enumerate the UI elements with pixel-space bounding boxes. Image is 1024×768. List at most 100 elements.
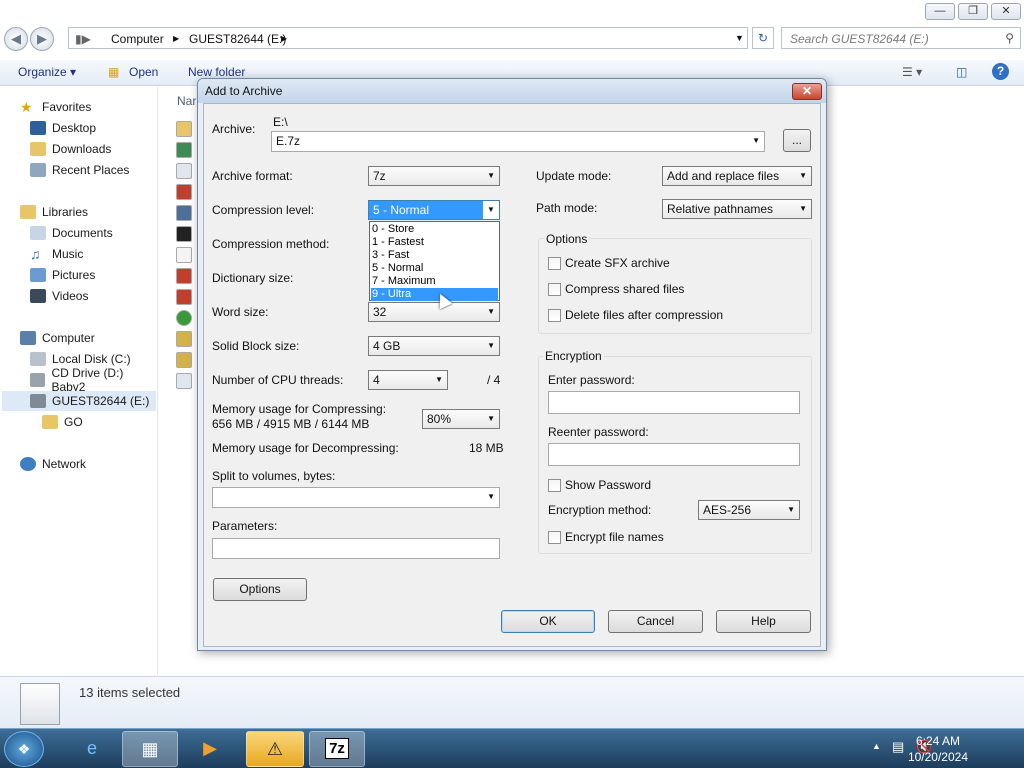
mem-decompress-value: 18 MB <box>469 441 504 455</box>
reenter-password-input[interactable] <box>548 443 800 466</box>
new-folder-button[interactable]: New folder <box>188 65 245 79</box>
file-icon[interactable] <box>176 289 192 305</box>
sidebar-item-downloads[interactable]: Downloads <box>52 142 111 156</box>
option-store[interactable]: 0 - Store <box>371 223 498 236</box>
encrypt-names-checkbox[interactable]: Encrypt file names <box>548 530 664 544</box>
solid-block-select[interactable]: 4 GB ▼ <box>368 336 500 356</box>
encryption-method-value: AES-256 <box>703 503 752 517</box>
forward-icon[interactable]: ▶ <box>30 27 54 51</box>
create-sfx-checkbox[interactable]: Create SFX archive <box>548 256 670 270</box>
maximize-button[interactable]: ❐ <box>958 3 988 20</box>
clock[interactable]: 6:24 AM 10/20/2024 <box>908 733 968 765</box>
computer-icon <box>20 331 36 345</box>
file-icon[interactable] <box>176 247 192 263</box>
options-button[interactable]: Options <box>213 578 307 601</box>
file-icon[interactable] <box>176 310 192 326</box>
file-icon[interactable] <box>176 268 192 284</box>
file-icon[interactable] <box>176 331 192 347</box>
sidebar-libraries[interactable]: Libraries <box>42 205 88 219</box>
file-icon[interactable] <box>176 352 192 368</box>
organize-button[interactable]: Organize ▾ <box>18 65 76 79</box>
archive-format-select[interactable]: 7z ▼ <box>368 166 500 186</box>
checkbox-box <box>548 478 561 492</box>
sidebar-item-documents[interactable]: Documents <box>52 226 113 240</box>
sidebar-item-pictures[interactable]: Pictures <box>52 268 95 282</box>
sidebar-item-music[interactable]: Music <box>52 247 83 261</box>
chevron-down-icon: ▼ <box>787 505 795 514</box>
option-maximum[interactable]: 7 - Maximum <box>371 275 498 288</box>
checkbox-box <box>548 282 561 296</box>
sidebar-item-videos[interactable]: Videos <box>52 289 88 303</box>
breadcrumb-drive[interactable]: GUEST82644 (E:) <box>189 32 286 46</box>
explorer-taskbar-icon[interactable]: ▦ <box>122 731 178 767</box>
help-button[interactable]: Help <box>716 610 811 633</box>
sidebar-computer[interactable]: Computer <box>42 331 95 345</box>
word-size-label: Word size: <box>212 305 269 319</box>
option-fastest[interactable]: 1 - Fastest <box>371 236 498 249</box>
sidebar-network[interactable]: Network <box>42 457 86 471</box>
sidebar-item-desktop[interactable]: Desktop <box>52 121 96 135</box>
solid-block-value: 4 GB <box>373 339 401 353</box>
delete-after-checkbox[interactable]: Delete files after compression <box>548 308 723 322</box>
encryption-method-select[interactable]: AES-256 ▼ <box>698 500 800 520</box>
help-icon[interactable]: ? <box>992 63 1009 80</box>
compress-shared-label: Compress shared files <box>565 282 685 296</box>
warning-taskbar-icon[interactable]: ⚠ <box>246 731 304 767</box>
address-bar[interactable]: ▮▶ Computer ▶ GUEST82644 (E:) ▶ ▼ <box>68 27 748 49</box>
refresh-icon[interactable]: ↻ <box>752 27 774 49</box>
sidebar-item-go[interactable]: GO <box>64 415 83 429</box>
sidebar-item-local-disk[interactable]: Local Disk (C:) <box>52 352 131 366</box>
file-icon[interactable] <box>176 142 192 158</box>
archive-name-combo[interactable]: E.7z ▼ <box>271 131 765 152</box>
search-icon[interactable]: ⚲ <box>1005 31 1014 45</box>
local-disk-icon <box>30 352 46 366</box>
view-options-icon[interactable]: ☰ ▾ <box>902 65 922 79</box>
word-size-select[interactable]: 32 ▼ <box>368 302 500 322</box>
option-fast[interactable]: 3 - Fast <box>371 249 498 262</box>
mem-decompress-label: Memory usage for Decompressing: <box>212 441 399 455</box>
compress-shared-checkbox[interactable]: Compress shared files <box>548 282 684 296</box>
sidebar-item-recent-places[interactable]: Recent Places <box>52 163 129 177</box>
close-window-button[interactable]: ✕ <box>991 3 1021 20</box>
file-icon[interactable] <box>176 373 192 389</box>
split-volumes-combo[interactable]: ▼ <box>212 487 500 508</box>
file-icon[interactable] <box>176 163 192 179</box>
breadcrumb-computer[interactable]: Computer <box>111 32 164 46</box>
preview-pane-icon[interactable]: ◫ <box>956 65 967 79</box>
show-hidden-icons[interactable]: ▲ <box>872 741 881 751</box>
media-player-icon[interactable]: ▶ <box>182 731 238 767</box>
file-icon[interactable] <box>176 184 192 200</box>
file-icon[interactable] <box>176 205 192 221</box>
option-normal[interactable]: 5 - Normal <box>371 262 498 275</box>
explorer-titlebar: — ❐ ✕ <box>0 0 1024 26</box>
ok-button[interactable]: OK <box>501 610 595 633</box>
start-button[interactable]: ❖ <box>4 731 44 767</box>
sidebar-favorites[interactable]: Favorites <box>42 100 91 114</box>
minimize-button[interactable]: — <box>925 3 955 20</box>
network-tray-icon[interactable]: ▤ <box>892 739 904 755</box>
sevenzip-taskbar-icon[interactable]: 7z <box>309 731 365 767</box>
address-dropdown-icon[interactable]: ▼ <box>735 33 744 43</box>
cancel-button[interactable]: Cancel <box>608 610 703 633</box>
compression-level-select[interactable]: 5 - Normal ▼ <box>368 200 500 220</box>
sidebar-item-cd-drive[interactable]: CD Drive (D:) Baby2 <box>51 366 157 394</box>
internet-explorer-icon[interactable]: e <box>64 731 120 767</box>
open-button[interactable]: Open <box>129 65 158 79</box>
file-icon[interactable] <box>176 121 192 137</box>
chevron-down-icon: ▼ <box>799 171 807 180</box>
dialog-close-button[interactable]: ✕ <box>792 83 822 100</box>
memory-percent-select[interactable]: 80% ▼ <box>422 409 500 429</box>
sidebar-item-guest-drive[interactable]: GUEST82644 (E:) <box>52 394 149 408</box>
back-icon[interactable]: ◀ <box>4 27 28 51</box>
update-mode-select[interactable]: Add and replace files ▼ <box>662 166 812 186</box>
cpu-threads-select[interactable]: 4 ▼ <box>368 370 448 390</box>
name-column-header[interactable]: Nar <box>177 94 196 108</box>
search-input[interactable]: Search GUEST82644 (E:) ⚲ <box>781 27 1021 49</box>
update-mode-label: Update mode: <box>536 169 612 183</box>
password-input[interactable] <box>548 391 800 414</box>
show-password-checkbox[interactable]: Show Password <box>548 478 651 492</box>
file-icon[interactable] <box>176 226 192 242</box>
browse-button[interactable]: ... <box>783 129 811 152</box>
path-mode-select[interactable]: Relative pathnames ▼ <box>662 199 812 219</box>
parameters-input[interactable] <box>212 538 500 559</box>
